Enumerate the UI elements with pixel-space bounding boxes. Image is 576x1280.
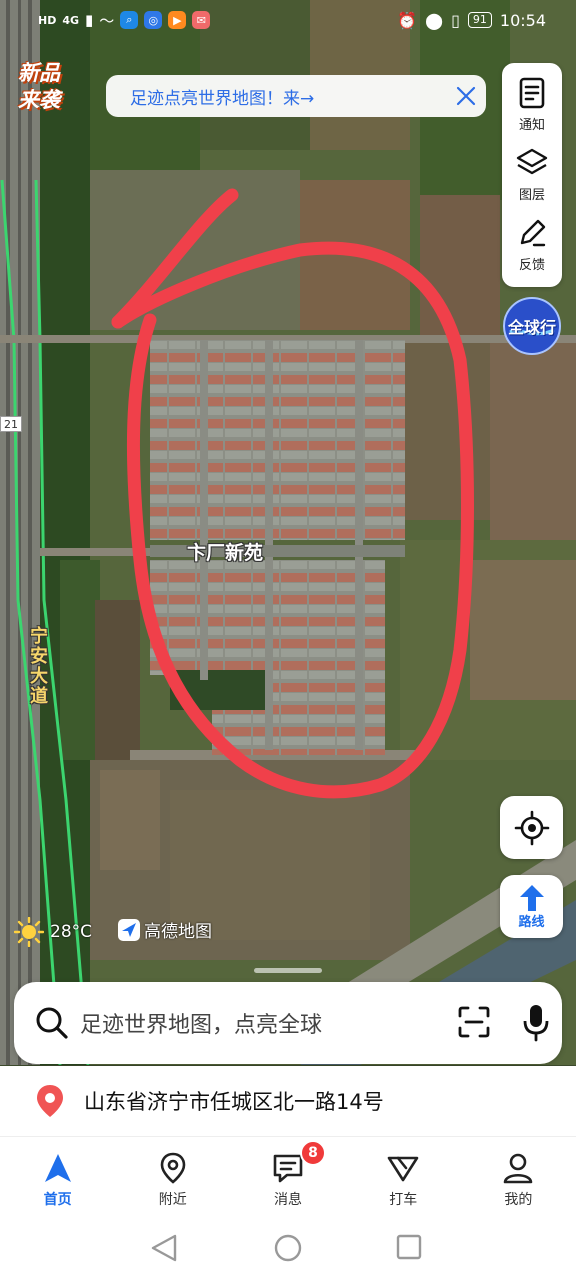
- video-app-icon: ▶: [168, 11, 187, 29]
- status-bar: HD 4G ▮ 〜 ⌕ ◎ ▶ ✉ ⏰ ⬤ ▯ 91 10:54: [0, 0, 576, 40]
- weather-widget[interactable]: 28°C: [14, 917, 92, 947]
- sheet-drag-handle[interactable]: [254, 968, 322, 973]
- nearby-pin-icon: [160, 1152, 186, 1184]
- profile-icon: [504, 1153, 533, 1184]
- promo-line-1: 新品: [18, 61, 60, 85]
- current-address: 山东省济宁市任城区北一路14号: [84, 1090, 384, 1114]
- nav-home-label: 首页: [43, 1192, 72, 1208]
- nav-messages[interactable]: 消息: [230, 1137, 345, 1216]
- alarm-icon: ⏰: [397, 10, 418, 30]
- nav-nearby-label: 附近: [158, 1192, 187, 1208]
- recents-icon[interactable]: [396, 1234, 422, 1260]
- system-nav-icons: [151, 1234, 422, 1262]
- bottom-navigation: 首页 附近 消息 打车 我的: [0, 1136, 576, 1216]
- promo-text: 新品 来袭: [18, 60, 60, 114]
- scan-icon[interactable]: [456, 1004, 492, 1040]
- sun-icon: [14, 917, 44, 947]
- road-label-text: 宁安大道: [27, 626, 48, 706]
- banner-text: 足迹点亮世界地图！来→: [130, 88, 315, 109]
- hd-indicator: HD: [38, 13, 57, 27]
- location-pin-icon: [37, 1085, 63, 1117]
- battery-indicator: 91: [467, 12, 492, 28]
- satellite-imagery: [0, 0, 576, 1065]
- nav-messages-label: 消息: [274, 1192, 302, 1208]
- provider-name: 高德地图: [144, 922, 212, 942]
- temperature: 28°C: [50, 922, 93, 942]
- layers-icon: [516, 148, 548, 175]
- road-number-shield: 21: [0, 416, 22, 432]
- nav-profile[interactable]: 我的: [461, 1137, 576, 1216]
- route-label: 路线: [518, 915, 545, 930]
- back-icon[interactable]: [151, 1234, 177, 1262]
- layers-button[interactable]: 图层: [502, 141, 562, 211]
- system-navigation-bar: [0, 1216, 576, 1280]
- wifi-icon: 〜: [99, 11, 115, 30]
- nav-taxi-label: 打车: [389, 1192, 418, 1208]
- current-address-row[interactable]: 山东省济宁市任城区北一路14号: [0, 1066, 576, 1136]
- amap-logo-icon: [118, 918, 140, 941]
- notice-label: 通知: [518, 118, 545, 133]
- poi-label[interactable]: 卞厂新苑: [187, 538, 263, 565]
- layers-label: 图层: [518, 188, 545, 203]
- nav-nearby[interactable]: 附近: [115, 1137, 230, 1216]
- message-count-badge: 8: [300, 1140, 326, 1166]
- promo-line-2: 来袭: [18, 88, 60, 112]
- feedback-label: 反馈: [518, 258, 545, 273]
- route-arrow-icon: [519, 885, 544, 911]
- home-icon[interactable]: [274, 1234, 302, 1262]
- microphone-icon[interactable]: [520, 1002, 552, 1042]
- browser-app-icon: ◎: [144, 11, 163, 29]
- locate-button[interactable]: [500, 796, 563, 859]
- route-button[interactable]: 路线: [500, 875, 563, 938]
- network-4g-indicator: 4G: [62, 13, 80, 27]
- feedback-icon: [520, 219, 546, 247]
- nav-home[interactable]: 首页: [0, 1137, 115, 1216]
- global-travel-button[interactable]: 全球行: [500, 296, 564, 356]
- search-icon: [36, 1007, 68, 1039]
- signal-icon: ▮: [85, 11, 94, 29]
- clock: 10:54: [499, 10, 546, 30]
- notice-icon: [519, 77, 545, 109]
- location-icon: ⬤: [425, 10, 444, 30]
- satellite-map[interactable]: 卞厂新苑 宁安大道 21: [0, 0, 576, 1065]
- promo-banner[interactable]: 足迹点亮世界地图！来→: [106, 75, 486, 117]
- search-input[interactable]: 足迹世界地图，点亮全球: [80, 1007, 322, 1039]
- nav-profile-label: 我的: [504, 1192, 533, 1208]
- nav-taxi[interactable]: 打车: [346, 1137, 461, 1216]
- feedback-button[interactable]: 反馈: [502, 211, 562, 281]
- amap-logo: 高德地图: [118, 917, 212, 942]
- close-icon[interactable]: [454, 84, 478, 108]
- mail-app-icon: ✉: [192, 11, 211, 29]
- search-app-icon: ⌕: [120, 11, 139, 29]
- map-toolbox: 通知 图层 反馈: [502, 63, 562, 287]
- home-navigation-icon: [44, 1154, 71, 1182]
- vibrate-icon: ▯: [451, 10, 460, 30]
- globe-label: 全球行: [507, 318, 556, 337]
- status-right: ⏰ ⬤ ▯ 91 10:54: [397, 11, 546, 30]
- notice-button[interactable]: 通知: [502, 71, 562, 141]
- taxi-icon: [387, 1156, 419, 1182]
- search-bar[interactable]: 足迹世界地图，点亮全球: [14, 982, 562, 1064]
- road-label: 宁安大道: [24, 626, 50, 713]
- promo-badge[interactable]: 新品 来袭: [14, 56, 74, 116]
- locate-icon: [514, 810, 549, 845]
- status-left: HD 4G ▮ 〜 ⌕ ◎ ▶ ✉: [38, 10, 211, 31]
